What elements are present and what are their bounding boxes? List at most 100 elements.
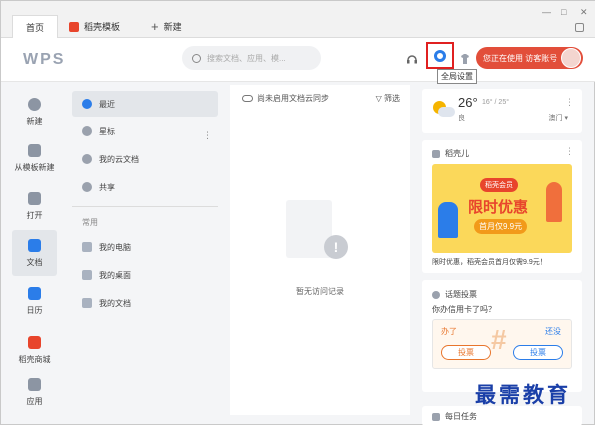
nav-item-my-computer-label: 我的电脑 [99,242,131,252]
rail-documents-label: 文档 [26,257,43,267]
nav-item-starred-label: 星标 [99,126,115,136]
nav-item-shared[interactable]: 共享 [72,174,218,200]
rail-apps[interactable]: 应用 [12,369,57,415]
topic-vote-card: 话题投票 你办信用卡了吗？ # 办了 还没 投票 投票 [422,280,582,392]
left-rail: 新建 从模板新建 打开 文档 日历 稻壳商城 应用 [12,89,57,411]
vote-button-b[interactable]: 投票 [513,345,563,360]
account-button[interactable]: 您正在使用 访客账号 [476,47,583,69]
watermark: 最需教育 [475,382,571,407]
filter-button[interactable]: ▽ 筛选 [376,93,400,104]
plus-icon: + [151,19,159,34]
cloud-doc-icon [82,154,92,164]
current-temperature: 26° [458,95,478,110]
task-icon [432,412,440,421]
nav-item-shared-label: 共享 [99,182,115,192]
vote-title-label: 话题投票 [445,290,477,299]
vote-options: # 办了 还没 投票 投票 [432,319,572,369]
rail-calendar-label: 日历 [26,305,43,315]
folder-doc-icon [82,298,92,308]
tab-bar: 首页 稻壳模板 + 新建 — □ ✕ [1,1,595,38]
rail-apps-label: 应用 [26,396,43,406]
rail-store-label: 稻壳商城 [18,354,51,364]
rail-new-label: 新建 [26,116,43,126]
person-illustration [546,182,562,222]
air-quality: 良 [458,115,465,122]
rail-open-label: 打开 [26,210,43,220]
promo-caption[interactable]: 限时优惠，稻壳会员首月仅需9.9元！ [432,257,547,267]
docer-promo-card: 稻壳儿 ⋮ 稻壳会员 限时优惠 首月仅9.9元 限时优惠，稻壳会员首月仅需9.9… [422,140,582,273]
nav-item-my-documents[interactable]: 我的文档 [72,290,218,316]
window-layout-icon[interactable] [575,23,584,32]
new-tab-button[interactable]: + 新建 [141,15,201,38]
empty-state-text: 暂无访问记录 [296,287,344,296]
folder-icon [28,191,41,205]
tab-template-label: 稻壳模板 [84,22,121,32]
gear-icon [434,49,446,62]
store-icon [28,335,41,349]
account-label: 您正在使用 访客账号 [483,53,558,63]
skin-icon[interactable] [458,52,472,66]
nav-item-my-computer[interactable]: 我的电脑 [72,234,218,260]
calendar-icon [28,286,41,300]
vote-button-a[interactable]: 投票 [441,345,491,360]
weather-icon [433,101,455,117]
temperature-range: 16° / 25° [482,99,510,106]
maximize-button[interactable]: □ [561,7,566,17]
search-input[interactable]: 搜索文档、应用、模... [182,46,321,70]
new-tab-label: 新建 [163,22,182,32]
settings-tooltip: 全局设置 [437,69,477,84]
header: WPS 搜索文档、应用、模... 全局设置 您正在使用 访客账号 [1,38,595,84]
minimize-button[interactable]: — [542,7,551,17]
tab-home[interactable]: 首页 [12,15,58,38]
cloud-sync-link[interactable]: 尚未启用文档云同步 [242,93,329,104]
document-icon [28,238,41,252]
plus-circle-icon [28,97,41,111]
promo-title-label: 稻壳儿 [445,149,469,158]
vote-divider: # [491,324,507,355]
nav-item-cloud-docs-label: 我的云文档 [99,154,139,164]
tab-home-label: 首页 [25,22,44,33]
rail-open[interactable]: 打开 [12,183,57,229]
nav-item-starred[interactable]: 星标 [72,118,218,144]
nav-item-recent[interactable]: 最近 [72,91,218,117]
rail-documents[interactable]: 文档 [12,230,57,276]
docer-icon [432,149,440,158]
rail-from-template-label: 从模板新建 [14,162,55,172]
nav-item-my-desktop-label: 我的桌面 [99,270,131,280]
rail-calendar[interactable]: 日历 [12,278,57,324]
tasks-title-label: 每日任务 [445,412,477,421]
vote-title: 话题投票 [432,289,477,300]
nav-item-my-desktop[interactable]: 我的桌面 [72,262,218,288]
global-settings-button[interactable] [426,42,454,69]
avatar [561,48,581,68]
filter-icon: ▽ [375,94,382,103]
app-window: 首页 稻壳模板 + 新建 — □ ✕ WPS 搜索文档、应用、模... 全局设置 [0,0,595,425]
apps-grid-icon [28,377,41,391]
docer-icon [69,21,79,32]
tab-template[interactable]: 稻壳模板 [59,15,141,38]
vote-option-b: 还没 [545,327,561,336]
weather-more-icon[interactable]: ⋮ [565,97,574,108]
rail-store[interactable]: 稻壳商城 [12,327,57,373]
common-header: 常用 [82,218,98,227]
headset-icon[interactable] [405,52,419,66]
chevron-down-icon: ▾ [564,115,568,122]
common-more-icon[interactable]: ⋮ [203,130,212,141]
filter-label: 筛选 [384,94,400,103]
vote-option-a: 办了 [441,327,457,336]
rail-from-template[interactable]: 从模板新建 [12,135,57,181]
tasks-title: 每日任务 [432,411,477,422]
city-select[interactable]: 澳门 ▾ [549,113,568,123]
promo-price: 首月仅9.9元 [474,219,528,234]
vote-question: 你办信用卡了吗？ [432,305,496,314]
exclamation-icon: ! [324,235,348,259]
nav-item-cloud-docs[interactable]: 我的云文档 [72,146,218,172]
rail-new[interactable]: 新建 [12,89,57,135]
promo-more-icon[interactable]: ⋮ [565,146,574,157]
promo-banner[interactable]: 稻壳会员 限时优惠 首月仅9.9元 [432,164,572,253]
template-icon [28,143,41,157]
sync-text: 尚未启用文档云同步 [257,94,329,103]
close-button[interactable]: ✕ [580,7,588,18]
computer-icon [82,242,92,252]
nav-item-recent-label: 最近 [99,99,115,109]
